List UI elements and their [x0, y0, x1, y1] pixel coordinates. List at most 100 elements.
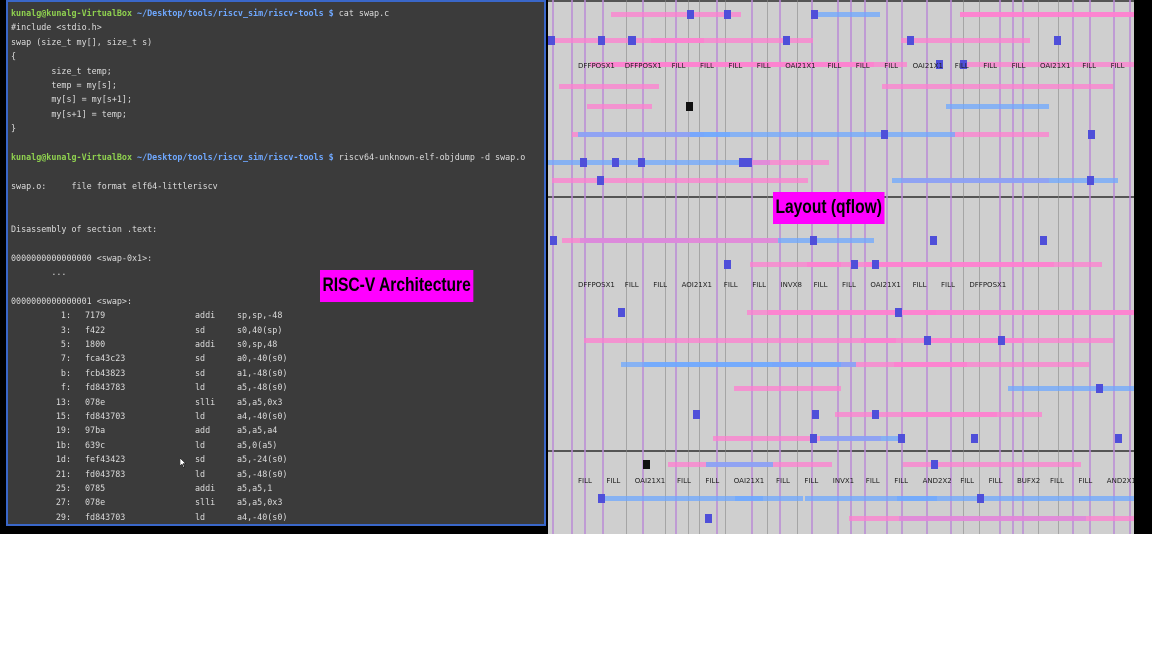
via — [872, 260, 879, 269]
code-line: size_t temp; — [11, 65, 112, 76]
disassembly-operands: a0,-40(s0) — [237, 353, 288, 364]
prompt-user: kunalg@kunalg-VirtualBox — [11, 8, 133, 18]
cell-label: FILL — [804, 477, 818, 485]
cell-label: INVX1 — [833, 477, 854, 485]
disassembly-mnemonic: sd — [195, 367, 206, 378]
cell-label: DFFPOSX1 — [625, 62, 662, 70]
cell-label: FILL — [677, 477, 691, 485]
cell-label: FILL — [724, 281, 738, 289]
terminal-window[interactable]: kunalg@kunalg-VirtualBox ~/Desktop/tools… — [6, 0, 546, 526]
disassembly-operands: sp,sp,-48 — [237, 310, 283, 321]
section-header-line: Disassembly of section .text: — [11, 223, 158, 234]
disassembly-row: 19: 97ba add a5,a5,a4 — [11, 423, 544, 437]
disassembly-address: 27: — [55, 497, 71, 508]
disassembly-row: f: fd843783 ld a5,-48(s0) — [11, 380, 544, 394]
via — [612, 158, 619, 167]
cell-boundary — [665, 0, 666, 534]
via — [739, 158, 746, 167]
metal2-wire — [849, 516, 1134, 521]
via — [812, 410, 819, 419]
via — [872, 410, 879, 419]
disassembly-opcode: 7179 — [85, 310, 106, 321]
via — [783, 36, 790, 45]
code-line: my[s] = my[s+1]; — [11, 94, 133, 105]
disassembly-mnemonic: ld — [195, 439, 206, 450]
disassembly-opcode: 1800 — [85, 338, 106, 349]
disassembly-address: 19: — [55, 425, 71, 436]
cell-label: FILL — [672, 62, 686, 70]
disassembly-address: 15: — [55, 410, 71, 421]
cell-label: DFFPOSX1 — [578, 281, 615, 289]
metal2-wire — [587, 104, 652, 109]
disassembly-opcode: fca43c23 — [85, 353, 126, 364]
via — [971, 434, 978, 443]
cell-label: FILL — [856, 62, 870, 70]
metal2-wire — [741, 160, 829, 165]
disassembly-opcode: fd843703 — [85, 410, 126, 421]
metal2-wire — [835, 412, 997, 417]
disassembly-operands: a5,0(a5) — [237, 439, 278, 450]
disassembly-mnemonic: ld — [195, 511, 206, 522]
row-separator — [548, 450, 1134, 452]
cell-label: FILL — [989, 477, 1003, 485]
disassembly-operands: a5,a5,0x3 — [237, 497, 283, 508]
metal2-wire — [901, 38, 1030, 43]
layout-viewer[interactable]: DFFPOSX1 DFFPOSX1 FILL FILL FILL FILL OAI21X1 F… — [548, 0, 1134, 534]
via — [638, 158, 645, 167]
disassembly-address: 1b: — [55, 439, 71, 450]
metal-rail — [571, 0, 573, 534]
disassembly-opcode: 973e — [71, 524, 195, 526]
disassembly-row: 1d: fef43423 sd a5,-24(s0) — [11, 452, 544, 466]
cell-label: FILL — [941, 281, 955, 289]
disassembly-row: 25: 0785 addi a5,a5,1 — [11, 481, 544, 495]
via — [687, 10, 694, 19]
via — [598, 36, 605, 45]
disassembly-opcode: fef43423 — [85, 454, 126, 465]
cell-label: FILL — [983, 62, 997, 70]
layout-canvas[interactable]: DFFPOSX1 DFFPOSX1 FILL FILL FILL FILL OAI21X1 F… — [548, 0, 1134, 534]
via — [1054, 36, 1061, 45]
disassembly-operands: a5,a5,a4 — [237, 425, 278, 436]
disassembly-address: 3: — [60, 324, 71, 335]
disassembly-address: 5: — [60, 338, 71, 349]
disassembly-mnemonic: addi — [195, 482, 216, 493]
cell-label: DFFPOSX1 — [578, 62, 615, 70]
disassembly-row: 7: fca43c23 sd a0,-40(s0) — [11, 351, 544, 365]
code-line: { — [11, 51, 17, 62]
cell-label: BUFX2 — [1017, 477, 1040, 485]
cell-label: FILL — [913, 281, 927, 289]
disassembly-address: f: — [60, 382, 71, 393]
disassembly-address: 29: — [55, 511, 71, 522]
metal1-wire — [1008, 386, 1134, 391]
via — [548, 36, 555, 45]
disassembly-address: 7: — [60, 353, 71, 364]
metal2-wire — [903, 462, 1081, 467]
metal2-wire — [551, 38, 704, 43]
metal-rail — [675, 0, 677, 534]
disassembly-operands: a5,a5,1 — [237, 482, 273, 493]
disassembly-mnemonic: addi — [195, 310, 216, 321]
via — [597, 176, 604, 185]
disassembly-opcode: 078e — [85, 396, 106, 407]
metal1-wire — [805, 496, 937, 501]
source-code-block: #include <stdio.h> swap (size_t my[], siz… — [11, 20, 544, 135]
prompt-path: ~/Desktop/tools/riscv_sim/riscv-tools $ — [132, 8, 339, 18]
cell-label: FILL — [653, 281, 667, 289]
disassembly-mnemonic: sd — [195, 324, 206, 335]
cell-label: AND2X2 — [923, 477, 952, 485]
cell-label: FILL — [1050, 477, 1064, 485]
metal2-wire — [747, 310, 936, 315]
disassembly-block: 1: 7179 addi sp,sp,-48 3: f422 sd s0,40(sp) 5: 18… — [11, 308, 544, 526]
disassembly-operands: a5,-48(s0) — [237, 382, 288, 393]
disassembly-row: 29: fd843703 ld a4,-40(s0) — [11, 510, 544, 524]
metal1-wire — [735, 496, 803, 501]
symbol-line: 0000000000000000 <swap-0x1>: — [11, 252, 153, 263]
cell-label: OAI21X1 — [635, 477, 665, 485]
cell-label: OAI21X1 — [734, 477, 764, 485]
riscv-architecture-label: RISC-V Architecture — [320, 270, 474, 302]
metal2-wire — [734, 386, 841, 391]
terminal-prompt-line: kunalg@kunalg-VirtualBox ~/Desktop/tools… — [11, 6, 544, 20]
via — [629, 36, 636, 45]
via — [851, 260, 858, 269]
metal-rail — [584, 0, 586, 534]
